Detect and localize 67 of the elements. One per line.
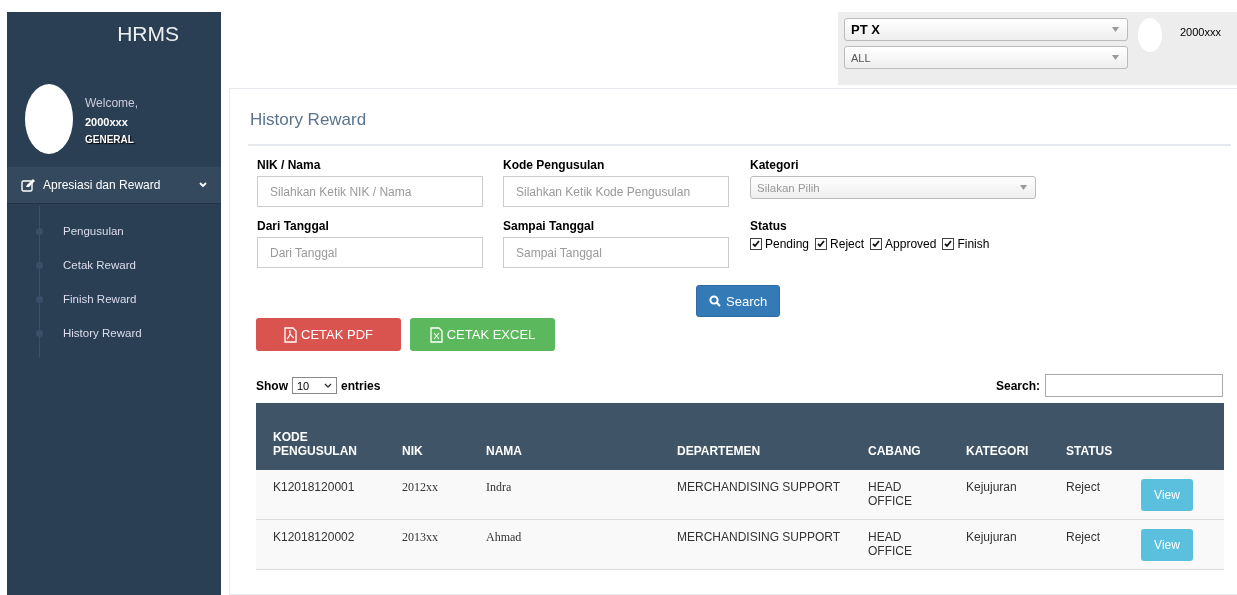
field-label: Kategori	[750, 158, 800, 172]
table-cell: MERCHANDISING SUPPORT	[677, 470, 868, 520]
chevron-icon	[324, 383, 332, 388]
text-field[interactable]: Dari Tanggal	[257, 237, 483, 268]
user-id: 2000xxx	[85, 116, 129, 128]
table-cell: Indra	[486, 470, 677, 520]
welcome-text: Welcome,	[85, 96, 139, 110]
text-field[interactable]: Silahkan Ketik Kode Pengusulan	[503, 176, 729, 207]
show-label: Show	[256, 378, 288, 393]
table-cell: Reject	[1066, 470, 1141, 520]
user-role: GENERAL	[85, 134, 135, 145]
edit-icon	[21, 178, 35, 192]
submenu-item[interactable]: Finish Reward	[63, 293, 137, 305]
checkbox-label: Pending	[765, 237, 810, 251]
text-field[interactable]: Silahkan Ketik NIK / Nama	[257, 176, 483, 207]
brand-title: HRMS	[117, 22, 179, 46]
table-cell: 2012xx	[402, 470, 486, 520]
checkbox[interactable]	[870, 238, 883, 250]
field-label: Kode Pengusulan	[503, 158, 606, 172]
column-header: STATUS	[1066, 403, 1141, 470]
checkbox-label: Reject	[830, 237, 865, 251]
table-cell: MERCHANDISING SUPPORT	[677, 519, 868, 570]
submenu-item[interactable]: Cetak Reward	[63, 259, 136, 271]
caret-icon	[1020, 185, 1027, 190]
search-label: Search:	[995, 378, 1040, 393]
column-header: CABANG	[868, 403, 966, 470]
checkbox[interactable]	[750, 238, 762, 250]
table-cell: HEAD OFFICE	[868, 470, 966, 520]
table-cell: 2013xx	[402, 519, 486, 570]
table-cell: Ahmad	[486, 519, 677, 570]
field-label: NIK / Nama	[257, 158, 322, 172]
checkbox-label: Finish	[957, 237, 990, 251]
search-icon	[709, 295, 721, 307]
pdf-button[interactable]: CETAK PDF	[256, 318, 401, 351]
table-cell: Kejujuran	[966, 519, 1066, 570]
caret-icon	[1112, 55, 1119, 60]
file-icon	[429, 326, 443, 343]
table-search-field[interactable]	[1045, 374, 1223, 397]
company-select[interactable]: PT X	[844, 18, 1128, 41]
table-cell: K12018120002	[256, 519, 402, 570]
field-label: Dari Tanggal	[257, 219, 330, 233]
column-header: NIK	[402, 403, 486, 470]
table-cell: K12018120001	[256, 470, 402, 520]
column-header: NAMA	[486, 403, 677, 470]
user-id: 2000xxx	[1180, 25, 1221, 40]
column-header: DEPARTEMEN	[677, 403, 868, 470]
table-cell: HEAD OFFICE	[868, 519, 966, 570]
table-cell: Kejujuran	[966, 470, 1066, 520]
column-header: KATEGORI	[966, 403, 1066, 470]
menu-item[interactable]: Apresiasi dan Reward	[7, 167, 221, 204]
page-size-select[interactable]: 10	[292, 377, 337, 394]
branch-select[interactable]: ALL	[844, 46, 1128, 69]
page-title: History Reward	[248, 107, 1231, 146]
search-button[interactable]: Search	[696, 285, 781, 317]
text-field[interactable]: Sampai Tanggal	[503, 237, 729, 268]
table-cell: Reject	[1066, 519, 1141, 570]
submenu-item[interactable]: Pengusulan	[63, 225, 124, 237]
checkbox[interactable]	[815, 238, 828, 250]
column-header: KODE PENGUSULAN	[256, 403, 402, 470]
submenu-item[interactable]: History Reward	[63, 327, 142, 339]
field-label: Sampai Tanggal	[503, 219, 596, 233]
checkbox-label: Approved	[885, 237, 937, 251]
caret-icon	[1112, 27, 1119, 32]
checkbox[interactable]	[942, 238, 955, 250]
field-label: Status	[750, 219, 788, 233]
file-icon	[284, 326, 297, 343]
entries-label: entries	[341, 378, 381, 393]
